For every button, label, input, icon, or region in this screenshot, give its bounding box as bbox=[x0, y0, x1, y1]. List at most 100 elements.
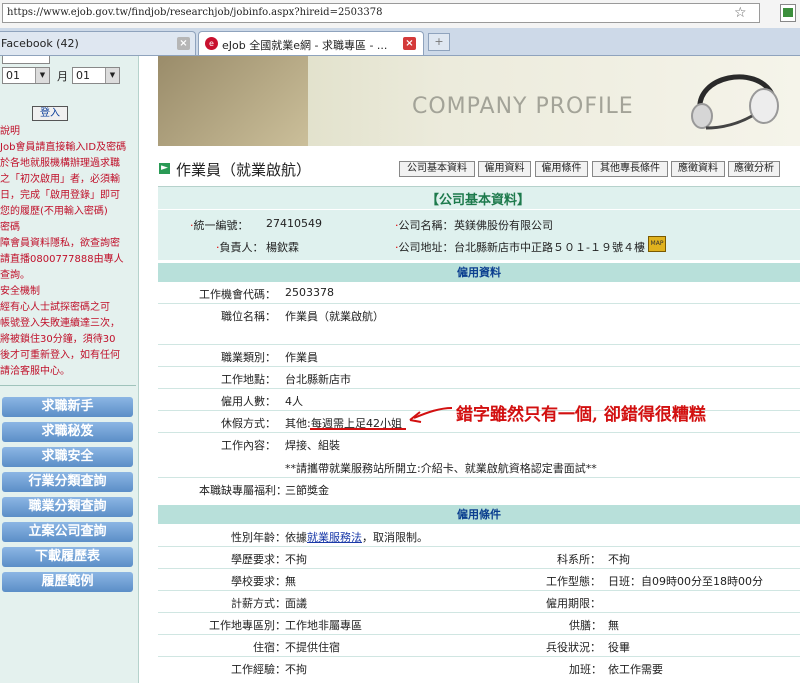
nav-job-safety[interactable]: 求職安全 bbox=[2, 447, 133, 467]
note-line: 日，完成「啟用登錄」即可 bbox=[0, 190, 120, 201]
note-line: 請洽客服中心。 bbox=[0, 366, 70, 377]
day-select-value: 01 bbox=[76, 69, 90, 82]
tab-ejob[interactable]: e eJob 全國就業e網 - 求職專區 - ... × bbox=[198, 31, 424, 55]
work-type-label: 工作型態： bbox=[546, 575, 601, 588]
owner-label: ‧負責人： bbox=[216, 241, 264, 254]
owner-value: 楊欽霖 bbox=[266, 241, 299, 254]
note-line: 您的履歷(不用輸入密碼) bbox=[0, 206, 108, 217]
salary-value: 面議 bbox=[285, 597, 307, 610]
company-section-title: 【公司基本資料】 bbox=[426, 193, 531, 208]
typo-annotation: 錯字雖然只有一個, 卻錯得很糟糕 bbox=[456, 405, 706, 425]
location-label: 工作地點： bbox=[221, 373, 276, 386]
leave-label: 休假方式： bbox=[221, 417, 276, 430]
note-line: 查詢。 bbox=[0, 270, 30, 281]
note-line: 經有心人士試探密碼之可 bbox=[0, 302, 110, 313]
hire-section-header: 僱用資料 bbox=[158, 263, 800, 282]
chevron-down-icon: ▼ bbox=[105, 68, 119, 83]
row-divider bbox=[158, 634, 800, 635]
day-select[interactable]: 01 ▼ bbox=[72, 67, 120, 84]
gender-age-label: 性別年齡： bbox=[231, 531, 286, 544]
job-title: 作業員（就業啟航） bbox=[176, 161, 312, 179]
row-divider bbox=[158, 568, 800, 569]
row-divider bbox=[158, 656, 800, 657]
note-line: 後才可重新登入，如有任何 bbox=[0, 350, 120, 361]
tab-strip: Facebook (42) × e eJob 全國就業e網 - 求職專區 - .… bbox=[0, 28, 800, 56]
note-line: 安全機制 bbox=[0, 286, 40, 297]
salary-label: 計薪方式： bbox=[231, 597, 286, 610]
nav-download-resume[interactable]: 下載履歷表 bbox=[2, 547, 133, 567]
job-content-value: 焊接、組裝 bbox=[285, 439, 340, 452]
new-tab-button[interactable]: + bbox=[428, 33, 450, 51]
close-tab-icon[interactable]: × bbox=[403, 37, 416, 50]
url-field[interactable]: https://www.ejob.gov.tw/findjob/research… bbox=[2, 3, 760, 23]
tab-facebook[interactable]: Facebook (42) × bbox=[0, 31, 196, 55]
hire-period-label: 僱用期限： bbox=[546, 597, 601, 610]
nav-job-newbie[interactable]: 求職新手 bbox=[2, 397, 133, 417]
login-button[interactable]: 登入 bbox=[32, 106, 68, 121]
tab-hire-info[interactable]: 僱用資料 bbox=[478, 161, 531, 177]
row-divider bbox=[158, 388, 800, 389]
row-divider bbox=[158, 366, 800, 367]
note-line: 密碼 bbox=[0, 222, 20, 233]
nav-resume-samples[interactable]: 履歷範例 bbox=[2, 572, 133, 592]
typo-underline bbox=[310, 414, 406, 430]
url-text: https://www.ejob.gov.tw/findjob/research… bbox=[7, 7, 383, 18]
annotation-arrow-icon bbox=[409, 407, 453, 423]
note-line: Job會員請直接輸入ID及密碼 bbox=[0, 142, 127, 153]
row-divider bbox=[158, 590, 800, 591]
tab-other-skills[interactable]: 其他專長條件 bbox=[592, 161, 668, 177]
gender-age-value: 依據就業服務法，取消限制。 bbox=[285, 531, 428, 544]
month-label: 月 bbox=[57, 70, 68, 83]
bookmark-star-icon[interactable]: ☆ bbox=[734, 5, 747, 21]
zone-value: 工作地非屬專區 bbox=[285, 619, 362, 632]
housing-value: 不提供住宿 bbox=[285, 641, 340, 654]
banner-text: COMPANY PROFILE bbox=[412, 94, 634, 119]
tab-company-info[interactable]: 公司基本資料 bbox=[399, 161, 475, 177]
close-tab-icon[interactable]: × bbox=[177, 37, 190, 50]
month-select[interactable]: 01 ▼ bbox=[2, 67, 50, 84]
address-value: 台北縣新店市中正路５０１-１９號４樓 bbox=[454, 241, 645, 254]
education-value: 不拘 bbox=[285, 553, 307, 566]
arrow-right-icon: ► bbox=[159, 163, 170, 174]
experience-label: 工作經驗： bbox=[231, 663, 286, 676]
nav-occupation-search[interactable]: 職業分類查詢 bbox=[2, 497, 133, 517]
tab-hire-conditions[interactable]: 僱用條件 bbox=[535, 161, 588, 177]
meals-value: 無 bbox=[608, 619, 619, 632]
job-content-note: **請攜帶就業服務站所開立:介紹卡、就業啟航資格認定書面試** bbox=[285, 462, 597, 475]
military-value: 役畢 bbox=[608, 641, 630, 654]
category-value: 作業員 bbox=[285, 351, 318, 364]
tax-id-label: ‧統一編號： bbox=[190, 219, 249, 232]
zone-label: 工作地專區別： bbox=[209, 619, 286, 632]
tab-apply-analysis[interactable]: 應徵分析 bbox=[728, 161, 780, 177]
company-name-label: ‧公司名稱： bbox=[395, 219, 454, 232]
headcount-label: 僱用人數： bbox=[221, 395, 276, 408]
military-label: 兵役狀況： bbox=[546, 641, 601, 654]
employment-act-link[interactable]: 就業服務法 bbox=[307, 531, 362, 544]
address-label: ‧公司地址： bbox=[395, 241, 454, 254]
chevron-down-icon: ▼ bbox=[35, 68, 49, 83]
nav-company-search[interactable]: 立案公司查詢 bbox=[2, 522, 133, 542]
sidebar: 01 ▼ 月 01 ▼ 登入 說明 Job會員請直接輸入ID及密碼 於各地就服機構辦… bbox=[0, 56, 139, 683]
note-line: 之「初次啟用」者，必須輸 bbox=[0, 174, 120, 185]
map-icon[interactable]: MAP bbox=[648, 236, 666, 252]
headcount-value: 4人 bbox=[285, 395, 303, 408]
overtime-value: 依工作需要 bbox=[608, 663, 663, 676]
sidebar-divider bbox=[0, 385, 136, 386]
ejob-favicon-icon: e bbox=[205, 37, 218, 50]
note-line: 將被鎖住30分鐘，須待30 bbox=[0, 334, 116, 345]
nav-industry-search[interactable]: 行業分類查詢 bbox=[2, 472, 133, 492]
page-menu-icon[interactable] bbox=[780, 4, 796, 22]
school-label: 學校要求： bbox=[231, 575, 286, 588]
year-select[interactable] bbox=[2, 56, 50, 64]
row-divider bbox=[158, 432, 800, 433]
note-line: 於各地就服機構辦理過求職 bbox=[0, 158, 120, 169]
tab-apply-info[interactable]: 應徵資料 bbox=[671, 161, 725, 177]
conditions-section-header: 僱用條件 bbox=[158, 505, 800, 524]
department-label: 科系所： bbox=[557, 553, 601, 566]
row-divider bbox=[158, 546, 800, 547]
row-divider bbox=[158, 612, 800, 613]
school-value: 無 bbox=[285, 575, 296, 588]
education-label: 學歷要求： bbox=[231, 553, 286, 566]
nav-job-tips[interactable]: 求職秘笈 bbox=[2, 422, 133, 442]
job-content-label: 工作內容： bbox=[221, 439, 276, 452]
